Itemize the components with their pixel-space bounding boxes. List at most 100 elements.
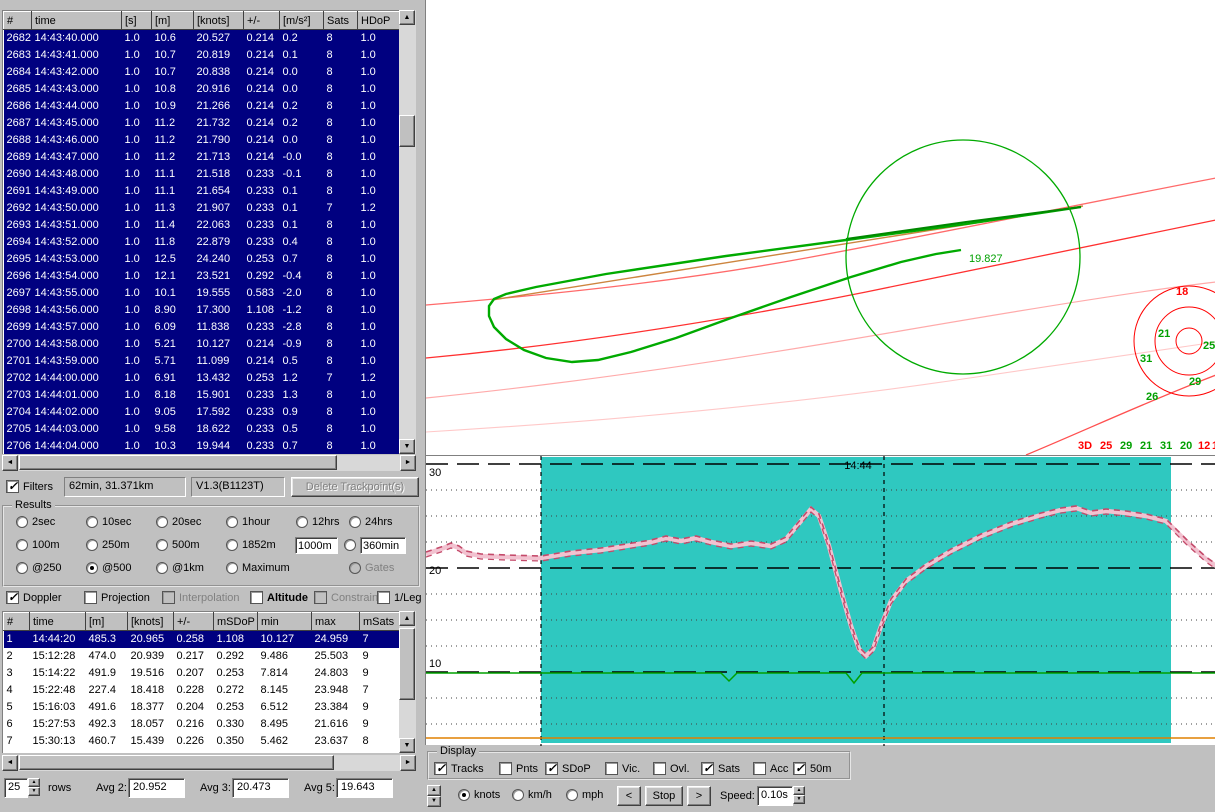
table-row[interactable]: 270614:44:04.0001.010.319.9440.2330.781.… [4, 438, 400, 455]
table-row[interactable]: 269614:43:54.0001.012.123.5210.292-0.481… [4, 268, 400, 285]
rows-count-spinner[interactable]: ▲▼ [28, 778, 40, 796]
col-error[interactable]: +/- [244, 12, 280, 30]
speed-graph[interactable]: 30 20 10 14:44 [425, 455, 1215, 745]
table-row[interactable]: 268914:43:47.0001.011.221.7130.214-0.081… [4, 149, 400, 166]
track-map-canvas[interactable]: 19.827 18 21 25 31 26 29 3D 25 29 21 31 … [426, 0, 1215, 455]
rows-count-field[interactable]: 25 [4, 778, 28, 798]
vic-checkbox[interactable]: Vic. [605, 762, 640, 775]
scroll-left-arrow[interactable]: ◄ [2, 755, 18, 771]
acc-checkbox[interactable]: Acc [753, 762, 788, 775]
results-table[interactable]: # time [m] [knots] +/- mSDoP min max mSa… [2, 611, 399, 753]
scroll-down-arrow[interactable]: ▼ [399, 738, 415, 753]
custom-distance-input[interactable] [295, 537, 338, 554]
radio-20sec[interactable]: 20sec [156, 516, 201, 528]
table-row[interactable]: 269114:43:49.0001.011.121.6540.2330.181.… [4, 183, 400, 200]
table-row[interactable]: 815:42:19400.815.1500.2260.2925.16521.63… [4, 750, 400, 754]
col-index[interactable]: # [4, 12, 32, 30]
scroll-thumb[interactable] [399, 628, 415, 700]
spin-up-icon[interactable]: ▲ [427, 785, 441, 796]
table-row[interactable]: 215:12:28474.020.9390.2170.2929.48625.50… [4, 648, 400, 665]
scroll-thumb[interactable] [19, 755, 334, 770]
col-hdop[interactable]: HDoP [358, 12, 400, 30]
stop-button[interactable]: Stop [645, 786, 683, 806]
radio-12hrs[interactable]: 12hrs [296, 516, 340, 528]
scroll-up-arrow[interactable]: ▲ [399, 10, 415, 25]
doppler-checkbox[interactable]: Doppler [6, 591, 62, 604]
col-knots[interactable]: [knots] [194, 12, 244, 30]
radio-at1km[interactable]: @1km [156, 562, 204, 574]
radio-100m[interactable]: 100m [16, 539, 60, 551]
table-row[interactable]: 269814:43:56.0001.08.9017.3001.108-1.281… [4, 302, 400, 319]
table-row[interactable]: 269214:43:50.0001.011.321.9070.2330.171.… [4, 200, 400, 217]
radio-custom-duration[interactable] [344, 539, 360, 551]
fiftym-checkbox[interactable]: 50m [793, 762, 831, 775]
col-sats[interactable]: Sats [324, 12, 358, 30]
graph-scale-spinner[interactable]: ▲▼ [427, 785, 441, 807]
spin-up-icon[interactable]: ▲ [793, 786, 805, 795]
table-row[interactable]: 315:14:22491.919.5160.2070.2537.81424.80… [4, 665, 400, 682]
radio-24hrs[interactable]: 24hrs [349, 516, 393, 528]
table-row[interactable]: 268414:43:42.0001.010.720.8380.2140.081.… [4, 64, 400, 81]
tracks-checkbox[interactable]: Tracks [434, 762, 484, 775]
altitude-checkbox[interactable]: Altitude [250, 591, 308, 604]
filters-checkbox-box[interactable] [6, 480, 19, 493]
table-row[interactable]: 268314:43:41.0001.010.720.8190.2140.181.… [4, 47, 400, 64]
rcol-min[interactable]: min [258, 613, 312, 631]
rcol-msdop[interactable]: mSDoP [214, 613, 258, 631]
table-row[interactable]: 268214:43:40.0001.010.620.5270.2140.281.… [4, 30, 400, 47]
table-row[interactable]: 269314:43:51.0001.011.422.0630.2330.181.… [4, 217, 400, 234]
step-back-button[interactable]: < [617, 786, 641, 806]
col-seconds[interactable]: [s] [122, 12, 152, 30]
kmh-radio[interactable]: km/h [512, 789, 552, 801]
rcol-error[interactable]: +/- [174, 613, 214, 631]
step-forward-button[interactable]: > [687, 786, 711, 806]
radio-500m[interactable]: 500m [156, 539, 200, 551]
table-row[interactable]: 270414:44:02.0001.09.0517.5920.2330.981.… [4, 404, 400, 421]
table-row[interactable]: 270014:43:58.0001.05.2110.1270.214-0.981… [4, 336, 400, 353]
table-row[interactable]: 268514:43:43.0001.010.820.9160.2140.081.… [4, 81, 400, 98]
table-row[interactable]: 114:44:20485.320.9650.2581.10810.12724.9… [4, 631, 400, 648]
col-accel[interactable]: [m/s²] [280, 12, 324, 30]
track-map[interactable]: 19.827 18 21 25 31 26 29 3D 25 29 21 31 … [425, 0, 1215, 455]
scroll-left-arrow[interactable]: ◄ [2, 455, 18, 471]
track-table-hscrollbar[interactable]: ◄ ► [2, 455, 416, 471]
table-row[interactable]: 269714:43:55.0001.010.119.5550.583-2.081… [4, 285, 400, 302]
projection-checkbox[interactable]: Projection [84, 591, 150, 604]
table-row[interactable]: 269414:43:52.0001.011.822.8790.2330.481.… [4, 234, 400, 251]
track-table-vscrollbar[interactable]: ▲ ▼ [399, 10, 416, 454]
table-row[interactable]: 515:16:03491.618.3770.2040.2536.51223.38… [4, 699, 400, 716]
table-row[interactable]: 269014:43:48.0001.011.121.5180.233-0.181… [4, 166, 400, 183]
radio-1hour[interactable]: 1hour [226, 516, 270, 528]
spin-down-icon[interactable]: ▼ [28, 787, 40, 796]
scroll-up-arrow[interactable]: ▲ [399, 611, 415, 626]
oneleg-checkbox[interactable]: 1/Leg [377, 591, 422, 604]
radio-2sec[interactable]: 2sec [16, 516, 55, 528]
table-row[interactable]: 270114:43:59.0001.05.7111.0990.2140.581.… [4, 353, 400, 370]
rcol-meters[interactable]: [m] [86, 613, 128, 631]
mph-radio[interactable]: mph [566, 789, 603, 801]
radio-at250[interactable]: @250 [16, 562, 62, 574]
interpolation-checkbox[interactable]: Interpolation [162, 591, 240, 604]
table-row[interactable]: 415:22:48227.418.4180.2280.2728.14523.94… [4, 682, 400, 699]
speed-interval-spinner[interactable]: ▲▼ [793, 786, 805, 804]
table-row[interactable]: 615:27:53492.318.0570.2160.3308.49521.61… [4, 716, 400, 733]
table-row[interactable]: 268614:43:44.0001.010.921.2660.2140.281.… [4, 98, 400, 115]
col-meters[interactable]: [m] [152, 12, 194, 30]
table-row[interactable]: 270514:44:03.0001.09.5818.6220.2330.581.… [4, 421, 400, 438]
table-row[interactable]: 269914:43:57.0001.06.0911.8380.233-2.881… [4, 319, 400, 336]
knots-radio[interactable]: knots [458, 789, 500, 801]
rcol-knots[interactable]: [knots] [128, 613, 174, 631]
rcol-time[interactable]: time [30, 613, 86, 631]
scroll-right-arrow[interactable]: ► [400, 455, 416, 471]
scroll-down-arrow[interactable]: ▼ [399, 439, 415, 454]
trackpoint-table-body[interactable]: 268214:43:40.0001.010.620.5270.2140.281.… [4, 30, 400, 455]
delete-trackpoints-button[interactable]: Delete Trackpoint(s) [291, 477, 419, 497]
table-row[interactable]: 268714:43:45.0001.011.221.7320.2140.281.… [4, 115, 400, 132]
table-row[interactable]: 269514:43:53.0001.012.524.2400.2530.781.… [4, 251, 400, 268]
scroll-right-arrow[interactable]: ► [400, 755, 416, 771]
speed-graph-canvas[interactable]: 30 20 10 14:44 [426, 456, 1215, 746]
table-row[interactable]: 270214:44:00.0001.06.9113.4320.2531.271.… [4, 370, 400, 387]
ovl-checkbox[interactable]: Ovl. [653, 762, 690, 775]
results-table-hscrollbar[interactable]: ◄ ► [2, 755, 416, 771]
trackpoint-table-header[interactable]: # time [s] [m] [knots] +/- [m/s²] Sats H… [4, 12, 400, 30]
